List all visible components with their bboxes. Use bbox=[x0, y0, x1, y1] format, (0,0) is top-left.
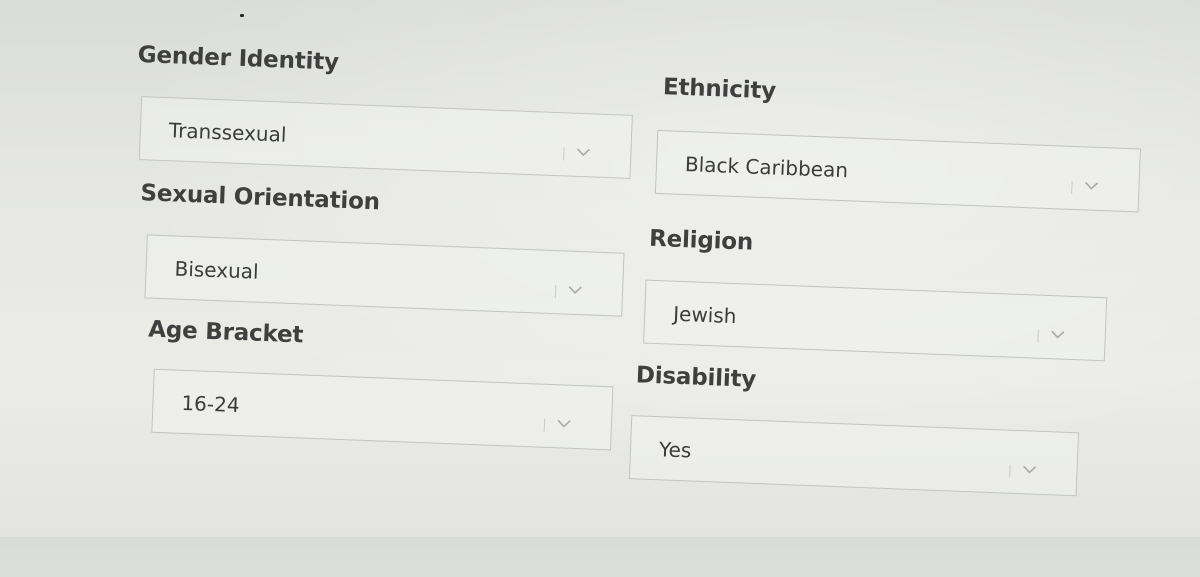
chevron-down-icon[interactable] bbox=[1084, 179, 1099, 192]
sexual-orientation-value: Bisexual bbox=[174, 256, 260, 284]
ethnicity-select[interactable]: Black Caribbean bbox=[654, 129, 1141, 213]
select-divider bbox=[1071, 180, 1073, 194]
gender-identity-select[interactable]: Transsexual bbox=[138, 96, 633, 179]
age-bracket-label: Age Bracket bbox=[147, 316, 304, 349]
age-bracket-value: 16-24 bbox=[181, 390, 241, 418]
sexual-orientation-label: Sexual Orientation bbox=[140, 180, 381, 216]
disability-select[interactable]: Yes bbox=[628, 415, 1080, 497]
chevron-down-icon[interactable] bbox=[568, 284, 582, 297]
select-divider bbox=[1009, 464, 1011, 478]
age-bracket-select[interactable]: 16-24 bbox=[151, 368, 614, 451]
religion-value: Jewish bbox=[672, 301, 737, 329]
ethnicity-label: Ethnicity bbox=[662, 74, 777, 105]
disability-value: Yes bbox=[658, 437, 692, 463]
select-divider bbox=[543, 418, 546, 432]
gender-identity-value: Transsexual bbox=[168, 118, 287, 147]
chevron-down-icon[interactable] bbox=[1051, 328, 1065, 341]
demographics-form: Gender Identity Transsexual Sexual Orien… bbox=[0, 0, 1200, 577]
chevron-down-icon[interactable] bbox=[576, 146, 591, 159]
select-divider bbox=[563, 147, 565, 161]
chevron-down-icon[interactable] bbox=[1022, 463, 1037, 476]
gender-identity-label: Gender Identity bbox=[137, 41, 340, 76]
sexual-orientation-select[interactable]: Bisexual bbox=[144, 234, 625, 317]
chevron-down-icon[interactable] bbox=[557, 417, 571, 430]
select-divider bbox=[554, 285, 557, 299]
religion-label: Religion bbox=[648, 225, 754, 256]
disability-label: Disability bbox=[635, 362, 757, 393]
religion-select[interactable]: Jewish bbox=[643, 279, 1108, 362]
select-divider bbox=[1037, 329, 1039, 343]
ethnicity-value: Black Caribbean bbox=[684, 152, 849, 183]
